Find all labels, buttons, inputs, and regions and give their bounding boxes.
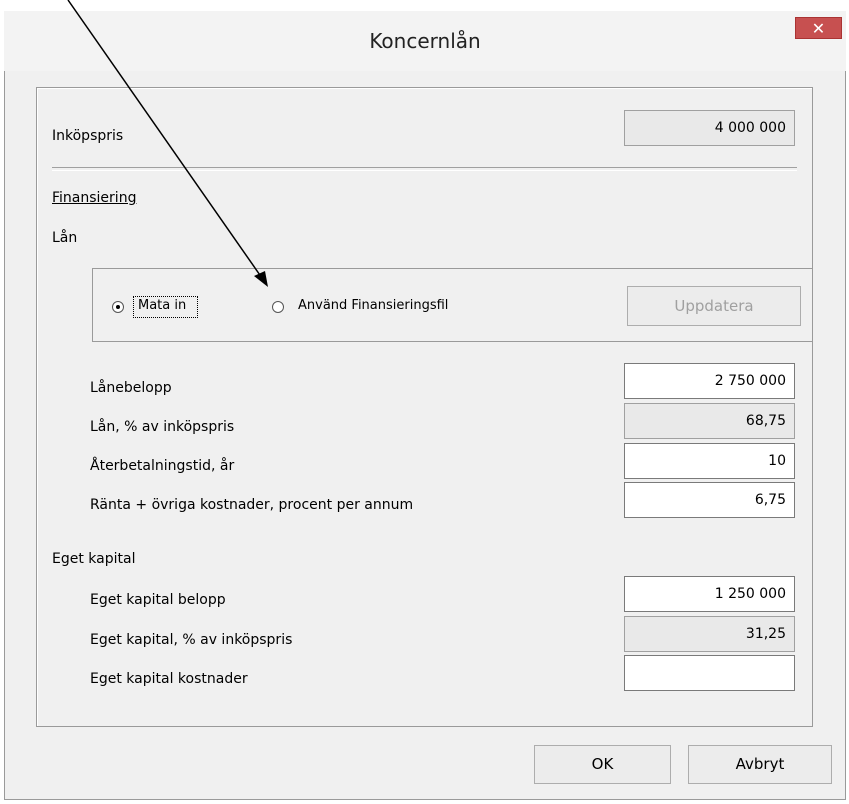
- arrow-icon: [67, 0, 268, 287]
